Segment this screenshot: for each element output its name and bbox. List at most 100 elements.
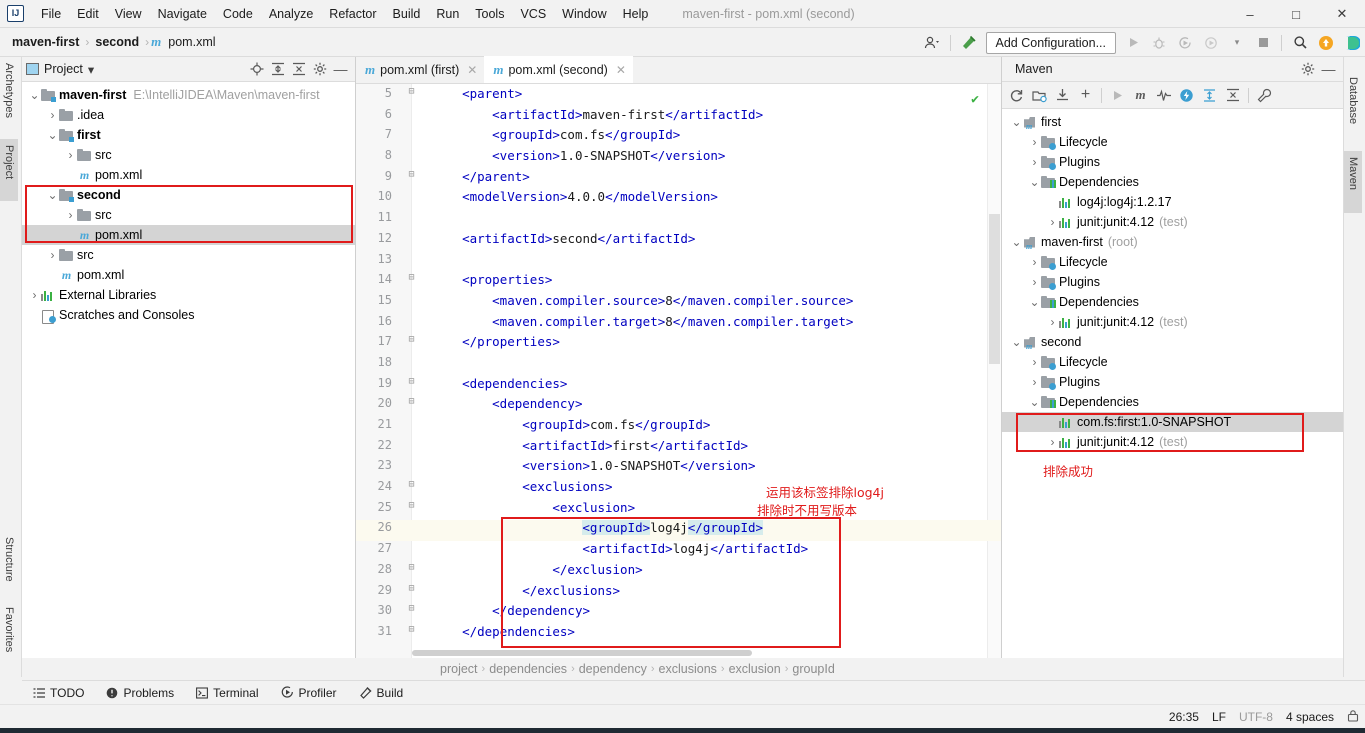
editor-breadcrumb-item-dependencies[interactable]: dependencies — [485, 662, 571, 676]
editor-breadcrumb-item-exclusions[interactable]: exclusions — [655, 662, 721, 676]
fold-marker-icon[interactable]: ⊟ — [406, 334, 417, 345]
code-line[interactable]: 22 <artifactId>first</artifactId> — [356, 438, 1001, 459]
minimize-button[interactable]: – — [1227, 0, 1273, 28]
editor-breadcrumb[interactable]: project › dependencies › dependency › ex… — [356, 658, 1001, 680]
chevron-right-icon[interactable]: › — [46, 108, 59, 122]
run-icon[interactable] — [1122, 32, 1144, 54]
code-line[interactable]: 14 ⊟ <properties> — [356, 272, 1001, 293]
project-tree-node-external-libraries[interactable]: › External Libraries — [22, 285, 355, 305]
code-line[interactable]: 24 ⊟ <exclusions> — [356, 479, 1001, 500]
menu-item-edit[interactable]: Edit — [69, 4, 107, 24]
code-editor[interactable]: ✔ 5 ⊟ <parent> 6 <artifactId>maven-first</ar… — [356, 84, 1001, 658]
code-line[interactable]: 11 — [356, 210, 1001, 231]
maven-tree-node-junit-junit-4-12[interactable]: › junit:junit:4.12 (test) — [1002, 312, 1343, 332]
run-icon[interactable] — [1106, 84, 1129, 106]
close-icon[interactable]: ✕ — [467, 63, 477, 77]
maven-tree-node-plugins[interactable]: › Plugins — [1002, 152, 1343, 172]
menu-item-help[interactable]: Help — [615, 4, 657, 24]
maven-tree-node-junit-junit-4-12[interactable]: › junit:junit:4.12 (test) — [1002, 212, 1343, 232]
code-line[interactable]: 19 ⊟ <dependencies> — [356, 376, 1001, 397]
reload-icon[interactable] — [1005, 84, 1028, 106]
tool-tab-favorites[interactable]: Favorites — [0, 601, 18, 671]
menu-item-file[interactable]: File — [33, 4, 69, 24]
profile-icon[interactable] — [1200, 32, 1222, 54]
code-line[interactable]: 12 <artifactId>second</artifactId> — [356, 231, 1001, 252]
chevron-right-icon[interactable]: › — [1028, 375, 1041, 389]
code-line[interactable]: 5 ⊟ <parent> — [356, 86, 1001, 107]
plus-icon[interactable]: + — [1074, 84, 1097, 106]
project-view-dropdown[interactable]: ▾ — [88, 62, 94, 77]
code-line[interactable]: 18 — [356, 355, 1001, 376]
chevron-right-icon[interactable]: › — [1046, 435, 1059, 449]
code-line[interactable]: 23 <version>1.0-SNAPSHOT</version> — [356, 458, 1001, 479]
tool-button-todo[interactable]: TODO — [22, 686, 95, 700]
project-tree-node-pom-xml[interactable]: m pom.xml — [22, 265, 355, 285]
show-dependencies-icon[interactable] — [1198, 84, 1221, 106]
breadcrumb-item-pom-xml[interactable]: pom.xml — [164, 34, 219, 50]
chevron-right-icon[interactable]: › — [1046, 215, 1059, 229]
code-line[interactable]: 29 ⊟ </exclusions> — [356, 583, 1001, 604]
maven-tree-node-dependencies[interactable]: ⌄ Dependencies — [1002, 392, 1343, 412]
locate-icon[interactable] — [247, 60, 266, 79]
toggle-offline-icon[interactable] — [1175, 84, 1198, 106]
caret-position[interactable]: 26:35 — [1169, 710, 1199, 724]
menu-item-code[interactable]: Code — [215, 4, 261, 24]
gear-icon[interactable] — [310, 60, 329, 79]
tool-button-profiler[interactable]: Profiler — [270, 686, 348, 700]
expand-all-icon[interactable] — [268, 60, 287, 79]
maven-tree[interactable]: ⌄ m first › Lifecycle › Plugins ⌄ Dependencies lo… — [1002, 109, 1343, 452]
menu-item-analyze[interactable]: Analyze — [261, 4, 321, 24]
editor-breadcrumb-item-groupid[interactable]: groupId — [788, 662, 838, 676]
download-sources-icon[interactable] — [1051, 84, 1074, 106]
line-separator[interactable]: LF — [1212, 710, 1226, 724]
code-line[interactable]: 13 — [356, 252, 1001, 273]
maven-tree-node-plugins[interactable]: › Plugins — [1002, 372, 1343, 392]
user-avatar-icon[interactable] — [921, 32, 943, 54]
project-tree-node-src[interactable]: › src — [22, 205, 355, 225]
search-everywhere-icon[interactable] — [1289, 32, 1311, 54]
editor-tab-pom-xml--first-[interactable]: m pom.xml (first) ✕ — [356, 56, 484, 83]
menu-item-build[interactable]: Build — [385, 4, 429, 24]
fold-marker-icon[interactable]: ⊟ — [406, 624, 417, 635]
project-tree[interactable]: ⌄ maven-first E:\IntelliJIDEA\Maven\maven-… — [22, 82, 355, 325]
chevron-right-icon[interactable]: › — [28, 288, 41, 302]
project-tree-node-maven-first[interactable]: ⌄ maven-first E:\IntelliJIDEA\Maven\maven-… — [22, 85, 355, 105]
fold-marker-icon[interactable]: ⊟ — [406, 562, 417, 573]
fold-marker-icon[interactable]: ⊟ — [406, 396, 417, 407]
tool-tab-database[interactable]: Database — [1344, 71, 1362, 147]
project-tree-node-src[interactable]: › src — [22, 245, 355, 265]
project-tree-node-first[interactable]: ⌄ first — [22, 125, 355, 145]
code-line[interactable]: 17 ⊟ </properties> — [356, 334, 1001, 355]
hide-panel-icon[interactable]: — — [1319, 60, 1338, 79]
editor-tab-pom-xml--second-[interactable]: m pom.xml (second) ✕ — [484, 56, 633, 83]
chevron-down-icon[interactable]: ⌄ — [1010, 336, 1023, 348]
chevron-right-icon[interactable]: › — [1028, 355, 1041, 369]
chevron-right-icon[interactable]: › — [64, 148, 77, 162]
project-tree-node-scratches-and-consoles[interactable]: Scratches and Consoles — [22, 305, 355, 325]
horizontal-scrollbar[interactable] — [412, 650, 752, 656]
maven-tree-node-lifecycle[interactable]: › Lifecycle — [1002, 252, 1343, 272]
fold-marker-icon[interactable]: ⊟ — [406, 583, 417, 594]
maven-tree-node-dependencies[interactable]: ⌄ Dependencies — [1002, 292, 1343, 312]
tool-tab-structure[interactable]: Structure — [0, 531, 18, 599]
fold-marker-icon[interactable]: ⊟ — [406, 603, 417, 614]
tool-tab-archetypes[interactable]: Archetypes — [0, 57, 18, 135]
tool-tab-project[interactable]: Project — [0, 139, 18, 201]
code-line[interactable]: 21 <groupId>com.fs</groupId> — [356, 417, 1001, 438]
tool-tab-maven[interactable]: Maven — [1344, 151, 1362, 213]
maven-tree-node-first[interactable]: ⌄ m first — [1002, 112, 1343, 132]
hide-panel-icon[interactable]: — — [331, 60, 350, 79]
collapse-all-icon[interactable] — [289, 60, 308, 79]
tool-button-build[interactable]: Build — [348, 686, 415, 700]
fold-marker-icon[interactable]: ⊟ — [406, 479, 417, 490]
execute-goal-icon[interactable]: m — [1129, 84, 1152, 106]
chevron-down-icon[interactable]: ⌄ — [1028, 176, 1041, 188]
chevron-right-icon[interactable]: › — [1046, 315, 1059, 329]
project-tree-node-pom-xml[interactable]: m pom.xml — [22, 165, 355, 185]
maven-tree-node-dependencies[interactable]: ⌄ Dependencies — [1002, 172, 1343, 192]
run-with-coverage-icon[interactable] — [1174, 32, 1196, 54]
chevron-right-icon[interactable]: › — [1028, 255, 1041, 269]
fold-marker-icon[interactable]: ⊟ — [406, 86, 417, 97]
chevron-right-icon[interactable]: › — [64, 208, 77, 222]
code-line[interactable]: 26 <groupId>log4j</groupId> — [356, 520, 1001, 542]
